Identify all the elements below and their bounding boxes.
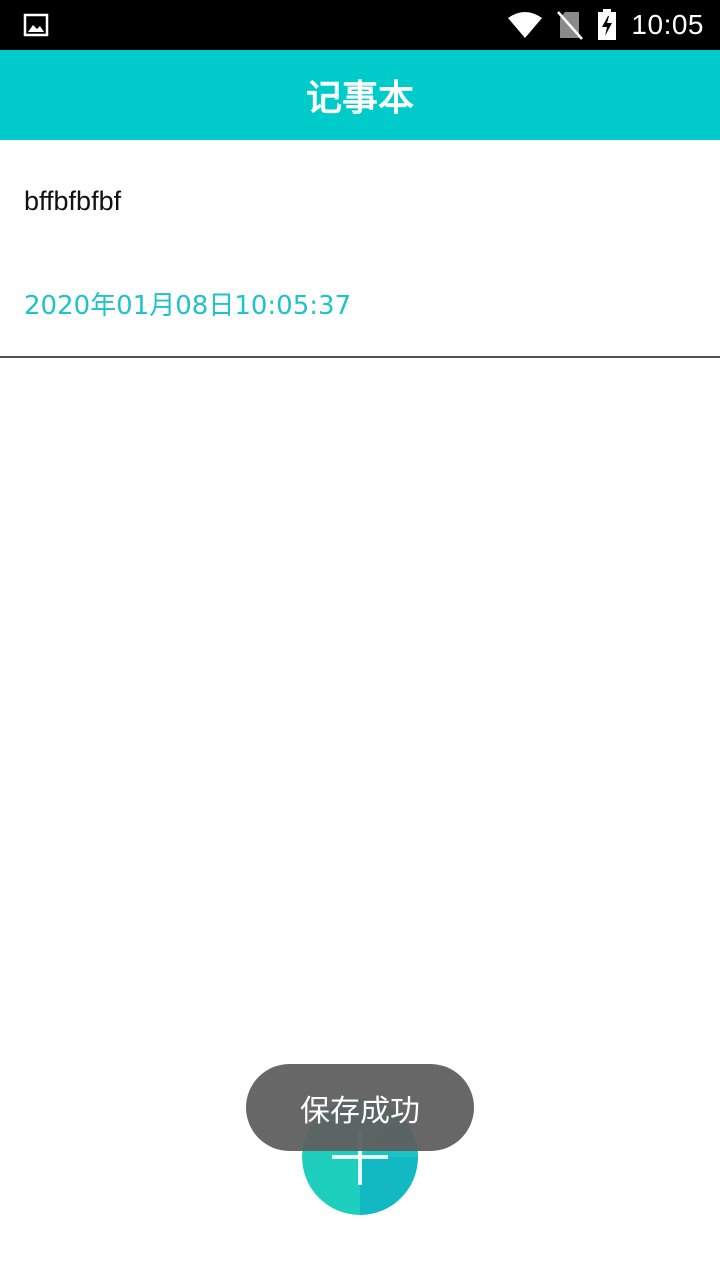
- note-content: bffbfbfbf: [24, 186, 122, 216]
- no-sim-icon: [557, 11, 584, 40]
- status-time: 10:05: [631, 9, 704, 40]
- status-icons: 10:05: [507, 0, 704, 50]
- toast-message: 保存成功: [300, 1093, 420, 1129]
- battery-charging-icon: [598, 9, 617, 40]
- note-list-item[interactable]: bffbfbfbf 2020年01月08日10:05:37: [0, 140, 720, 358]
- app-bar: 记事本: [0, 50, 720, 140]
- note-timestamp: 2020年01月08日10:05:37: [24, 291, 352, 321]
- wifi-icon: [508, 12, 543, 38]
- image-icon: [23, 13, 49, 37]
- app-title: 记事本: [305, 78, 414, 119]
- toast: 保存成功: [246, 1064, 474, 1151]
- status-bar: 10:05: [0, 0, 720, 50]
- notes-list: bffbfbfbf 2020年01月08日10:05:37: [0, 140, 720, 358]
